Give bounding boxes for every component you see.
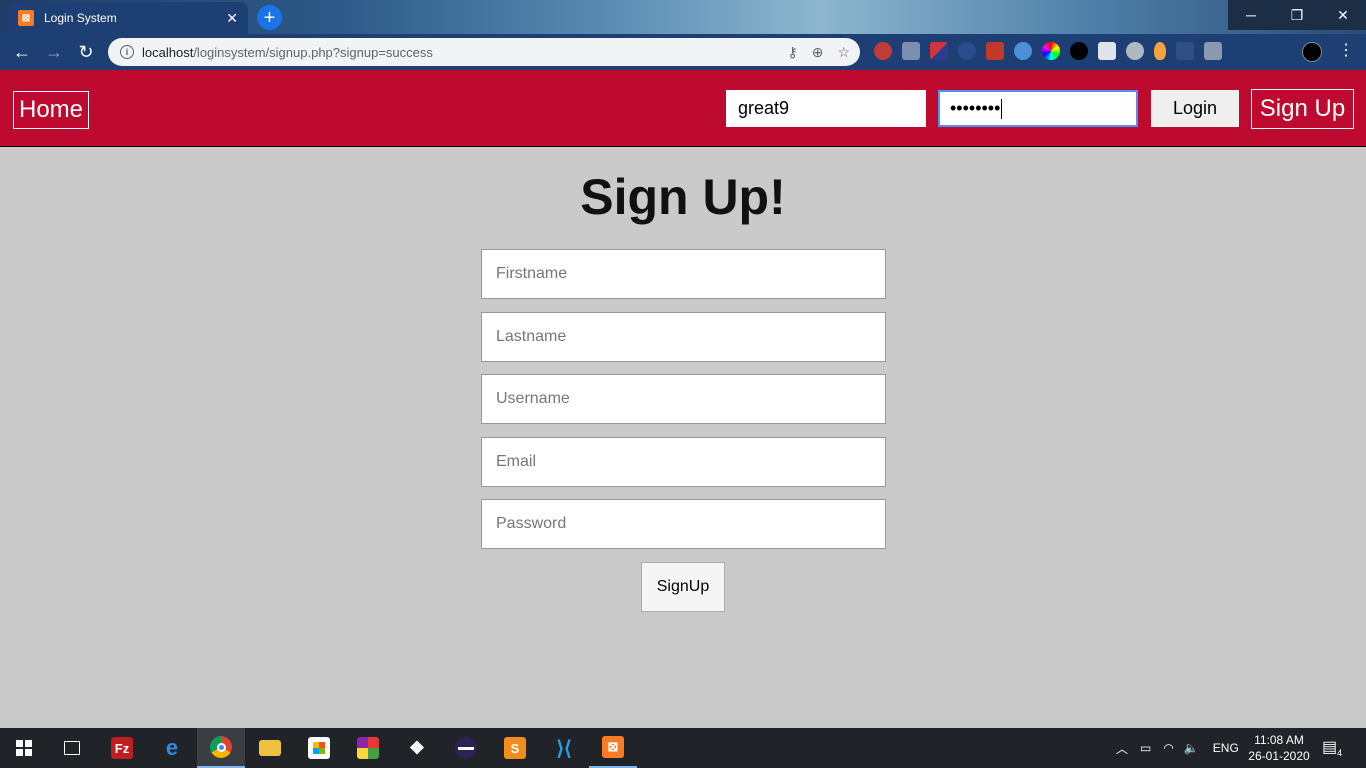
login-button[interactable]: Login — [1151, 90, 1239, 127]
site-info-icon[interactable]: i — [120, 45, 134, 59]
system-tray: ︿ ▭ ◠ 🔈 ENG — [1116, 728, 1239, 768]
firstname-field[interactable]: Firstname — [481, 249, 886, 299]
extension-colorwheel-icon[interactable] — [1042, 42, 1060, 60]
extension-camera-icon[interactable] — [1204, 42, 1222, 60]
reload-button[interactable]: ↻ — [70, 36, 102, 68]
extensions-row — [874, 42, 1222, 60]
store-icon[interactable] — [295, 728, 343, 768]
language-indicator[interactable]: ENG — [1213, 741, 1239, 755]
lastname-field[interactable]: Lastname — [481, 312, 886, 362]
wifi-icon[interactable]: ◠ — [1163, 741, 1173, 755]
close-window-button[interactable]: ✕ — [1320, 0, 1366, 30]
sublime-icon[interactable]: S — [491, 728, 539, 768]
home-button[interactable]: Home — [13, 91, 89, 129]
browser-menu-icon[interactable]: ⋮ — [1338, 40, 1354, 60]
url-host: localhost — [142, 44, 194, 60]
eclipse-icon[interactable] — [442, 728, 490, 768]
page-title: Sign Up! — [580, 169, 786, 225]
clock-time: 11:08 AM — [1254, 733, 1304, 747]
email-field[interactable]: Email — [481, 437, 886, 487]
browser-tab[interactable]: ⊠ Login System ✕ — [8, 2, 248, 34]
extension-bulb-icon[interactable] — [1154, 42, 1166, 60]
forward-button[interactable]: → — [38, 36, 70, 68]
taskbar: Fz e ❖ S ⟩⟨ ⊠ ︿ ▭ ◠ 🔈 ENG 11:08 AM 26-01… — [0, 728, 1366, 768]
tab-title: Login System — [44, 11, 117, 25]
signup-nav-button[interactable]: Sign Up — [1251, 89, 1354, 129]
filezilla-icon[interactable]: Fz — [98, 728, 146, 768]
notification-icon[interactable]: ▤4 — [1322, 737, 1344, 759]
battery-icon[interactable]: ▭ — [1140, 741, 1151, 755]
text-caret — [1001, 98, 1003, 119]
new-tab-button[interactable]: + — [257, 5, 282, 30]
profile-avatar[interactable] — [1302, 42, 1322, 62]
file-explorer-icon[interactable] — [246, 728, 294, 768]
browser-titlebar: ⊠ Login System ✕ + ─ ❐ ✕ — [0, 0, 1366, 34]
site-header: Home great9 •••••••• Login Sign Up — [0, 70, 1366, 147]
password-field[interactable]: Password — [481, 499, 886, 549]
password-value: •••••••• — [950, 98, 1001, 118]
header-password-input[interactable]: •••••••• — [938, 90, 1138, 127]
star-bookmark-icon[interactable]: ☆ — [837, 44, 850, 61]
xampp-icon[interactable]: ⊠ — [589, 728, 637, 768]
windows-start-icon[interactable] — [0, 728, 48, 768]
extension-copy-icon[interactable] — [902, 42, 920, 60]
extension-php-icon[interactable] — [1176, 42, 1194, 60]
close-tab-icon[interactable]: ✕ — [226, 10, 238, 27]
colored-grid-icon[interactable] — [344, 728, 392, 768]
extension-java-icon[interactable] — [1098, 42, 1116, 60]
minimize-button[interactable]: ─ — [1228, 0, 1274, 30]
extension-steam-icon[interactable] — [958, 42, 976, 60]
extension-code-icon[interactable] — [1070, 42, 1088, 60]
key-icon[interactable]: ⚷ — [787, 44, 797, 61]
edge-icon[interactable]: e — [148, 728, 196, 768]
xampp-icon: ⊠ — [18, 10, 34, 26]
vscode-icon[interactable]: ⟩⟨ — [540, 728, 588, 768]
address-bar[interactable]: i localhost/loginsystem/signup.php?signu… — [108, 38, 860, 66]
chrome-icon[interactable] — [197, 728, 245, 768]
dropbox-icon[interactable]: ❖ — [393, 728, 441, 768]
chevron-up-icon[interactable]: ︿ — [1116, 740, 1128, 757]
notification-count: 4 — [1337, 748, 1343, 759]
restore-button[interactable]: ❐ — [1274, 0, 1320, 30]
zoom-icon[interactable]: ⊕ — [812, 44, 824, 61]
volume-icon[interactable]: 🔈 — [1184, 741, 1199, 755]
signup-submit-button[interactable]: SignUp — [641, 562, 725, 612]
clock-date: 26-01-2020 — [1248, 749, 1310, 763]
back-button[interactable]: ← — [6, 36, 38, 68]
extension-blocker-icon[interactable] — [874, 42, 892, 60]
header-username-input[interactable]: great9 — [726, 90, 926, 127]
username-value: great9 — [738, 98, 790, 118]
extension-book-icon[interactable] — [986, 42, 1004, 60]
extension-globe-icon[interactable] — [1014, 42, 1032, 60]
extension-color-icon[interactable] — [930, 42, 948, 60]
url-path: /loginsystem/signup.php?signup=success — [193, 44, 433, 60]
clock[interactable]: 11:08 AM 26-01-2020 — [1244, 732, 1314, 764]
extension-gear-icon[interactable] — [1126, 42, 1144, 60]
task-view-icon[interactable] — [48, 728, 96, 768]
username-field[interactable]: Username — [481, 374, 886, 424]
